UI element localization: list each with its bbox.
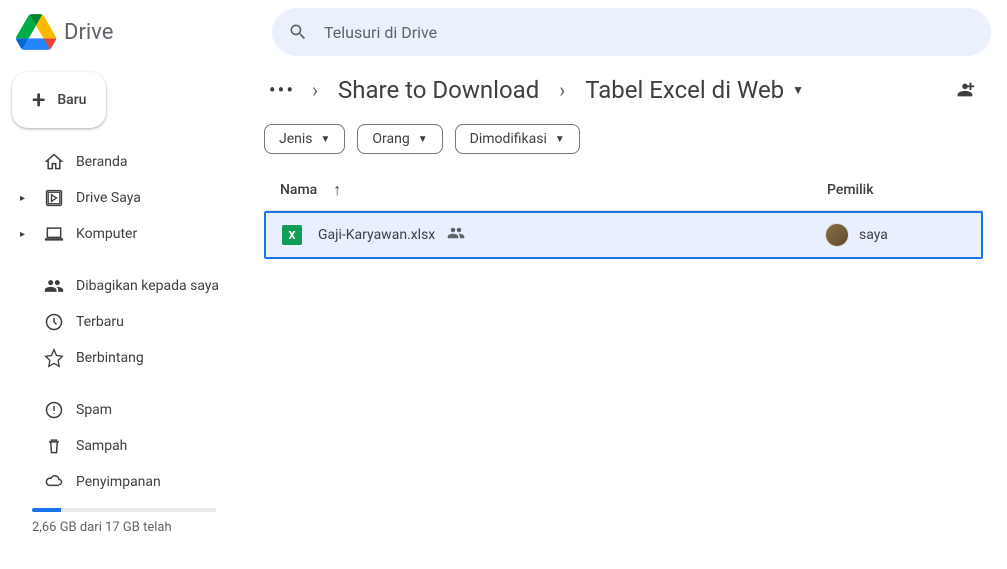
- table-header: Nama ↑ Pemilik: [264, 170, 983, 211]
- owner-label: saya: [859, 227, 888, 243]
- sidebar-item-label: Spam: [76, 402, 112, 418]
- new-button[interactable]: + Baru: [12, 72, 106, 128]
- sort-arrow-up-icon: ↑: [333, 180, 341, 200]
- sidebar-item-label: Dibagikan kepada saya: [76, 278, 219, 294]
- filter-label: Dimodifikasi: [470, 131, 547, 147]
- sidebar-item-label: Drive Saya: [76, 190, 141, 206]
- search-input[interactable]: [324, 23, 975, 42]
- sidebar-item-label: Komputer: [76, 226, 137, 242]
- filter-modified[interactable]: Dimodifikasi ▼: [455, 124, 580, 154]
- breadcrumb-current-label: Tabel Excel di Web: [585, 76, 784, 104]
- drive-logo-icon: [16, 12, 56, 52]
- storage-text: 2,66 GB dari 17 GB telah: [32, 520, 216, 535]
- breadcrumb-more-icon[interactable]: •••: [264, 72, 300, 108]
- col-name-label: Nama: [280, 182, 317, 198]
- logo-area: Drive: [16, 12, 256, 52]
- file-name-label: Gaji-Karyawan.xlsx: [318, 227, 435, 243]
- filter-type[interactable]: Jenis ▼: [264, 124, 345, 154]
- search-icon: [288, 22, 308, 42]
- sidebar-item-label: Terbaru: [76, 314, 124, 330]
- chevron-right-icon: ›: [308, 78, 322, 102]
- sidebar-item-label: Berbintang: [76, 350, 144, 366]
- breadcrumb-item-current[interactable]: Tabel Excel di Web ▼: [577, 72, 812, 108]
- chevron-down-icon: ▼: [555, 134, 565, 145]
- drive-icon: [44, 188, 64, 208]
- sidebar: + Baru Beranda ▸ Drive Saya ▸ Komputer D…: [0, 64, 256, 569]
- star-icon: [44, 348, 64, 368]
- sidebar-item-label: Penyimpanan: [76, 474, 161, 490]
- storage-progress: [32, 508, 216, 512]
- file-row[interactable]: X Gaji-Karyawan.xlsx saya: [264, 211, 983, 259]
- breadcrumb: ••• › Share to Download › Tabel Excel di…: [264, 72, 983, 108]
- shared-badge-icon: [447, 224, 465, 246]
- sidebar-item-spam[interactable]: Spam: [8, 392, 240, 428]
- sidebar-item-sampah[interactable]: Sampah: [8, 428, 240, 464]
- chevron-down-icon: ▼: [418, 134, 428, 145]
- cloud-icon: [44, 472, 64, 492]
- trash-icon: [44, 436, 64, 456]
- share-with-people-button[interactable]: [947, 72, 983, 108]
- sidebar-item-berbintang[interactable]: Berbintang: [8, 340, 240, 376]
- sidebar-item-terbaru[interactable]: Terbaru: [8, 304, 240, 340]
- computer-icon: [44, 224, 64, 244]
- main-content: ••• › Share to Download › Tabel Excel di…: [256, 64, 1007, 569]
- home-icon: [44, 152, 64, 172]
- chevron-right-icon: ▸: [20, 229, 32, 240]
- sidebar-item-label: Sampah: [76, 438, 127, 454]
- breadcrumb-item[interactable]: Share to Download: [330, 72, 547, 108]
- search-bar[interactable]: [272, 8, 991, 56]
- chevron-down-icon: ▼: [792, 83, 804, 97]
- clock-icon: [44, 312, 64, 332]
- sidebar-item-penyimpanan[interactable]: Penyimpanan: [8, 464, 240, 500]
- col-name-header[interactable]: Nama ↑: [280, 180, 827, 200]
- sidebar-item-beranda[interactable]: Beranda: [8, 144, 240, 180]
- new-button-label: Baru: [57, 92, 86, 108]
- chevron-right-icon: ›: [555, 78, 569, 102]
- owner-avatar: [825, 223, 849, 247]
- filter-label: Jenis: [279, 131, 313, 147]
- sidebar-item-komputer[interactable]: ▸ Komputer: [8, 216, 240, 252]
- filter-people[interactable]: Orang ▼: [357, 124, 442, 154]
- chevron-down-icon: ▼: [321, 134, 331, 145]
- shared-icon: [44, 276, 64, 296]
- plus-icon: +: [32, 88, 45, 112]
- chevron-right-icon: ▸: [20, 193, 32, 204]
- sidebar-item-drive-saya[interactable]: ▸ Drive Saya: [8, 180, 240, 216]
- sidebar-item-label: Beranda: [76, 154, 127, 170]
- filter-label: Orang: [372, 131, 409, 147]
- excel-file-icon: X: [282, 225, 302, 245]
- col-owner-header[interactable]: Pemilik: [827, 182, 967, 198]
- spam-icon: [44, 400, 64, 420]
- app-name: Drive: [64, 20, 113, 45]
- sidebar-item-shared[interactable]: Dibagikan kepada saya: [8, 268, 240, 304]
- col-owner-label: Pemilik: [827, 182, 874, 198]
- filter-row: Jenis ▼ Orang ▼ Dimodifikasi ▼: [264, 124, 983, 154]
